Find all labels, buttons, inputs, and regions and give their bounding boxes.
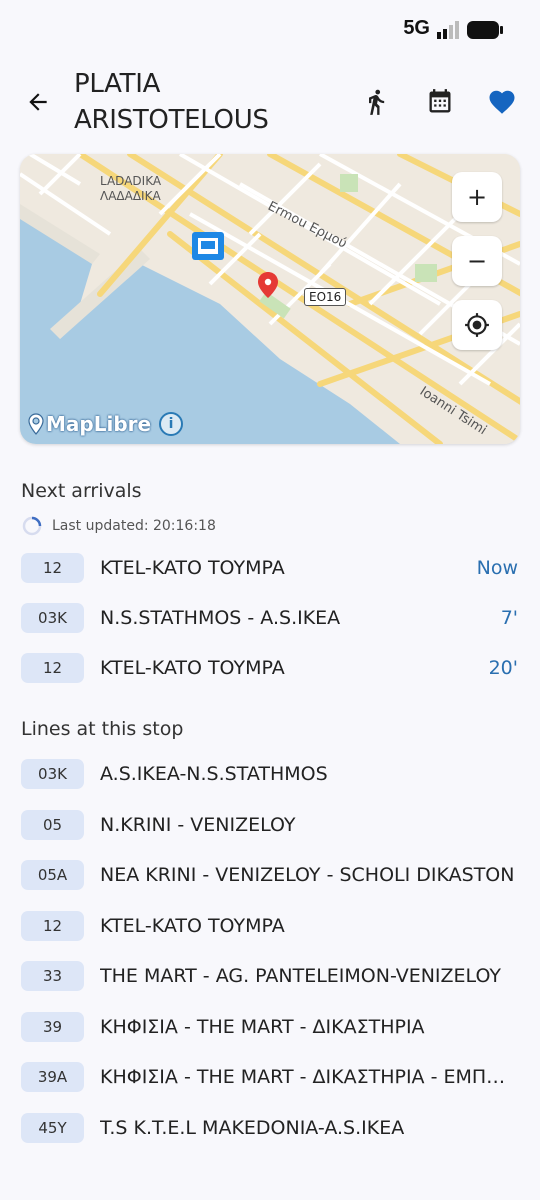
line-badge: 12 — [21, 653, 84, 683]
stop-title: PLATIA ARISTOTELOUS — [74, 69, 269, 135]
network-type: 5G — [403, 17, 430, 39]
arrival-time: Now — [476, 557, 518, 579]
line-name: KTEL-KATO TOYMPA — [100, 915, 285, 937]
line-name: ΚΗΦΙΣΙΑ - THE MART - ΔΙΚΑΣΤΗΡΙΑ - ΕΜΠΟΡΙ… — [100, 1066, 520, 1088]
line-name: T.S K.T.E.L MAKEDONIA-A.S.IKEA — [100, 1117, 405, 1139]
arrival-row[interactable]: 03K N.S.STATHMOS - A.S.IKEA 7' — [0, 594, 540, 644]
signal-icon — [437, 21, 459, 39]
line-row[interactable]: 05A NEA KRINI - VENIZELOY - SCHOLI DIKAS… — [0, 851, 540, 901]
arrival-time: 20' — [488, 657, 518, 679]
line-badge: 12 — [21, 553, 84, 583]
lines-heading: Lines at this stop — [21, 718, 184, 740]
arrival-row[interactable]: 12 KTEL-KATO TOYMPA Now — [0, 544, 540, 594]
arrival-time: 7' — [500, 607, 518, 629]
zoom-in-button[interactable]: + — [452, 172, 502, 222]
line-row[interactable]: 12 KTEL-KATO TOYMPA — [0, 902, 540, 952]
line-row[interactable]: 33 THE MART - AG. PANTELEIMON-VENIZELOY — [0, 952, 540, 1002]
arrival-row[interactable]: 12 KTEL-KATO TOYMPA 20' — [0, 644, 540, 694]
line-name: NEA KRINI - VENIZELOY - SCHOLI DIKASTON — [100, 864, 515, 886]
line-badge: 12 — [21, 911, 84, 941]
line-badge: 39 — [21, 1012, 84, 1042]
route-shield: ΕΟ16 — [304, 288, 347, 306]
line-badge: 05A — [21, 860, 84, 890]
maplibre-text: MapLibre — [46, 412, 152, 436]
walk-icon — [369, 89, 385, 115]
line-row[interactable]: 39A ΚΗΦΙΣΙΑ - THE MART - ΔΙΚΑΣΤΗΡΙΑ - ΕΜ… — [0, 1053, 540, 1103]
arrival-destination: KTEL-KATO TOYMPA — [100, 557, 285, 579]
walk-directions-button[interactable] — [358, 84, 394, 120]
line-row[interactable]: 45Y T.S K.T.E.L MAKEDONIA-A.S.IKEA — [0, 1104, 540, 1154]
line-badge: 03K — [21, 603, 84, 633]
info-icon[interactable]: i — [159, 412, 184, 436]
schedule-button[interactable] — [422, 84, 458, 120]
refresh-spinner-icon — [22, 516, 42, 536]
line-name: N.KRINI - VENIZELOY — [100, 814, 296, 836]
status-bar: 5G — [0, 0, 540, 60]
map-pin-icon — [28, 413, 44, 435]
line-row[interactable]: 03K A.S.IKEA-N.S.STATHMOS — [0, 750, 540, 800]
map-view[interactable]: LADADIKA ΛΑΔΑΔΙΚΑ Ermou Ερμού Ioanni Tsi… — [20, 154, 520, 444]
line-badge: 39A — [21, 1062, 84, 1092]
crosshair-icon — [465, 313, 489, 337]
top-app-bar: PLATIA ARISTOTELOUS — [0, 62, 540, 146]
line-badge: 33 — [21, 961, 84, 991]
arrow-back-icon — [29, 93, 47, 111]
back-button[interactable] — [20, 84, 56, 120]
arrival-destination: KTEL-KATO TOYMPA — [100, 657, 285, 679]
my-location-button[interactable] — [452, 300, 502, 350]
heart-icon — [489, 90, 515, 114]
line-badge: 45Y — [21, 1113, 84, 1143]
line-name: THE MART - AG. PANTELEIMON-VENIZELOY — [100, 965, 501, 987]
zoom-out-button[interactable]: − — [452, 236, 502, 286]
battery-icon — [467, 21, 503, 39]
line-row[interactable]: 39 ΚΗΦΙΣΙΑ - THE MART - ΔΙΚΑΣΤΗΡΙΑ — [0, 1003, 540, 1053]
favorite-button[interactable] — [484, 84, 520, 120]
line-row[interactable]: 05 N.KRINI - VENIZELOY — [0, 801, 540, 851]
arrival-destination: N.S.STATHMOS - A.S.IKEA — [100, 607, 341, 629]
map-district-label-greek: ΛΑΔΑΔΙΚΑ — [100, 189, 161, 203]
line-badge: 05 — [21, 810, 84, 840]
last-updated-text: Last updated: 20:16:18 — [52, 518, 216, 534]
map-district-label: LADADIKA — [100, 174, 162, 188]
next-arrivals-heading: Next arrivals — [21, 480, 142, 502]
calendar-icon — [429, 89, 451, 113]
maplibre-logo: MapLibre i — [28, 412, 184, 436]
line-name: A.S.IKEA-N.S.STATHMOS — [100, 763, 328, 785]
last-updated: Last updated: 20:16:18 — [22, 514, 216, 538]
line-name: ΚΗΦΙΣΙΑ - THE MART - ΔΙΚΑΣΤΗΡΙΑ — [100, 1016, 425, 1038]
line-badge: 03K — [21, 759, 84, 789]
